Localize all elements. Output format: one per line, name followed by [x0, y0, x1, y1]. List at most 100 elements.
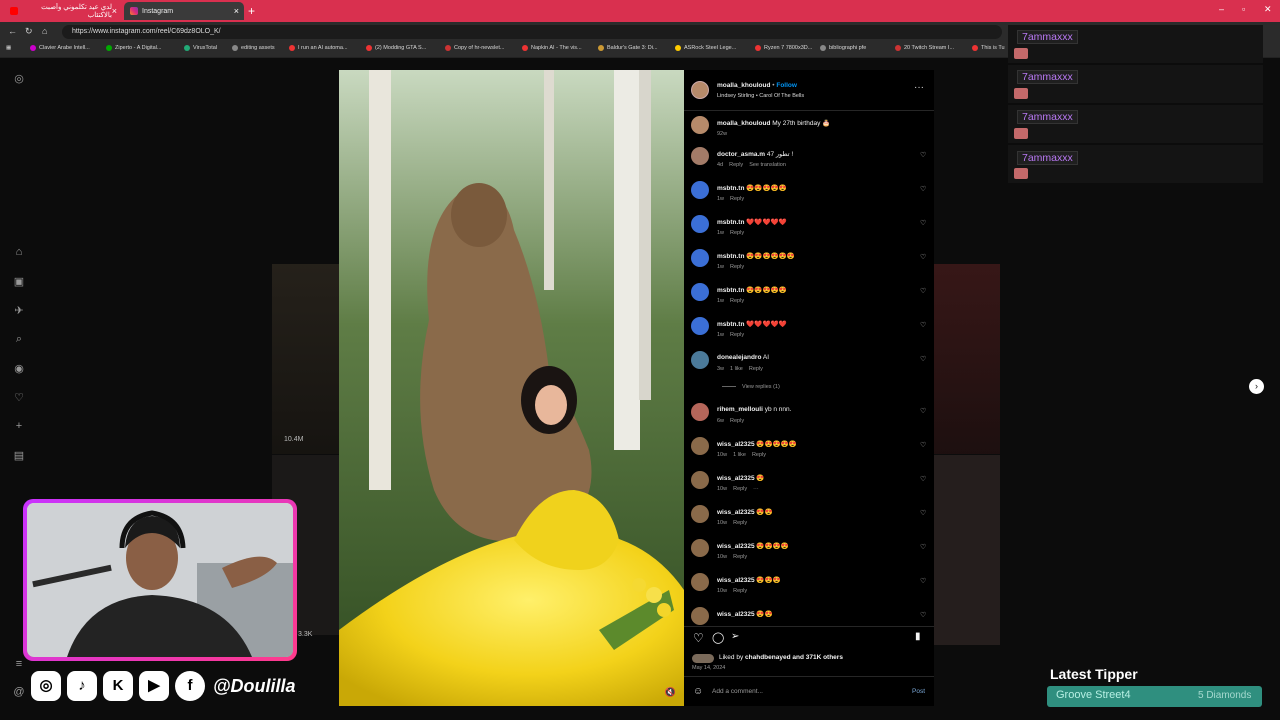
- comment-username[interactable]: wiss_al2325: [717, 509, 755, 516]
- comment-username[interactable]: msbtn.tn: [717, 185, 744, 192]
- comment-action-button[interactable]: Reply: [752, 452, 766, 458]
- bookmark-item[interactable]: VirusTotal: [184, 45, 217, 51]
- reels-icon[interactable]: ▣: [12, 275, 26, 288]
- reload-icon[interactable]: ↻: [25, 26, 33, 37]
- add-comment-input[interactable]: Add a comment...: [712, 688, 763, 695]
- comment-like-icon[interactable]: ♡: [920, 611, 926, 619]
- comment-action-button[interactable]: Reply: [733, 588, 747, 594]
- audio-track[interactable]: Lindsey Stirling • Carol Of The Bells: [717, 93, 804, 99]
- comment-username[interactable]: wiss_al2325: [717, 577, 755, 584]
- back-icon[interactable]: ←: [8, 26, 17, 36]
- messages-icon[interactable]: ✈: [12, 304, 26, 317]
- author-username[interactable]: moalla_khouloud: [717, 82, 770, 89]
- avatar[interactable]: [691, 437, 709, 455]
- comment-action-button[interactable]: Reply: [730, 230, 744, 236]
- comment-username[interactable]: rihem_mellouli: [717, 406, 763, 413]
- close-tab-icon[interactable]: ×: [112, 6, 117, 16]
- bookmark-item[interactable]: Clavier Arabe Intell...: [30, 45, 90, 51]
- comment-action-button[interactable]: See translation: [749, 162, 786, 168]
- comment-like-icon[interactable]: ♡: [920, 543, 926, 551]
- comment-action-button[interactable]: Reply: [730, 332, 744, 338]
- bookmark-item[interactable]: I run an AI automa...: [289, 45, 348, 51]
- comment-username[interactable]: donealejandro: [717, 354, 761, 361]
- comment-username[interactable]: msbtn.tn: [717, 321, 744, 328]
- comment-like-icon[interactable]: ♡: [920, 441, 926, 449]
- comment-like-icon[interactable]: ♡: [920, 185, 926, 193]
- comment-action-button[interactable]: 1 like: [733, 452, 746, 458]
- comment-like-icon[interactable]: ♡: [920, 475, 926, 483]
- comment-username[interactable]: wiss_al2325: [717, 543, 755, 550]
- comment-action-button[interactable]: ···: [753, 486, 759, 492]
- comment-like-icon[interactable]: ♡: [920, 219, 926, 227]
- home-icon[interactable]: ⌂: [42, 26, 47, 36]
- maximize-button[interactable]: ▫: [1242, 4, 1245, 14]
- comment-action-button[interactable]: Reply: [730, 196, 744, 202]
- new-tab-button[interactable]: +: [248, 4, 255, 18]
- bookmark-item[interactable]: Ziperto - A Digital...: [106, 45, 161, 51]
- comment-like-icon[interactable]: ♡: [920, 509, 926, 517]
- avatar[interactable]: [691, 539, 709, 557]
- more-options-icon[interactable]: ···: [914, 82, 924, 93]
- close-tab-icon[interactable]: ×: [234, 6, 239, 16]
- avatar[interactable]: [691, 116, 709, 134]
- comment-username[interactable]: wiss_al2325: [717, 611, 755, 618]
- comment-action-button[interactable]: Reply: [733, 554, 747, 560]
- view-replies-button[interactable]: View replies (1): [722, 384, 786, 390]
- minimize-button[interactable]: –: [1219, 4, 1224, 14]
- comment-username[interactable]: wiss_al2325: [717, 475, 755, 482]
- search-icon[interactable]: ⌕: [12, 333, 26, 346]
- share-icon[interactable]: ➢: [731, 631, 739, 642]
- save-icon[interactable]: ▮: [915, 631, 921, 642]
- comment-username[interactable]: msbtn.tn: [717, 253, 744, 260]
- avatar[interactable]: [691, 317, 709, 335]
- bookmark-item[interactable]: Ryzen 7 7800x3D...: [755, 45, 812, 51]
- explore-icon[interactable]: ◉: [12, 362, 26, 375]
- url-input[interactable]: https://www.instagram.com/reel/C69dz8OLO…: [62, 25, 1002, 39]
- close-window-button[interactable]: ✕: [1264, 4, 1272, 15]
- chevron-right-icon[interactable]: ›: [1249, 379, 1264, 394]
- comment-action-button[interactable]: Reply: [733, 486, 747, 492]
- comment-icon[interactable]: ◯: [712, 631, 724, 644]
- follow-button[interactable]: Follow: [776, 82, 797, 89]
- post-comment-button[interactable]: Post: [912, 688, 925, 695]
- comment-like-icon[interactable]: ♡: [920, 355, 926, 363]
- more-icon[interactable]: ≡: [12, 658, 26, 670]
- dashboard-icon[interactable]: ▤: [12, 449, 26, 462]
- author-avatar[interactable]: [691, 81, 709, 99]
- bookmark-item[interactable]: ASRock Steel Lege...: [675, 45, 736, 51]
- caption-username[interactable]: moalla_khouloud: [717, 120, 770, 127]
- instagram-logo-icon[interactable]: ◎: [12, 72, 26, 85]
- avatar[interactable]: [691, 215, 709, 233]
- bookmark-item[interactable]: (2) Modding GTA S...: [366, 45, 426, 51]
- bookmark-item[interactable]: editing assets: [232, 45, 275, 51]
- apps-icon[interactable]: ▦: [6, 45, 11, 51]
- comment-like-icon[interactable]: ♡: [920, 253, 926, 261]
- bookmark-item[interactable]: This is Tu: [972, 45, 1005, 51]
- comment-action-button[interactable]: Reply: [730, 418, 744, 424]
- comment-action-button[interactable]: Reply: [730, 264, 744, 270]
- comment-like-icon[interactable]: ♡: [920, 407, 926, 415]
- bookmark-item[interactable]: Copy of hr-newslet...: [445, 45, 504, 51]
- comment-like-icon[interactable]: ♡: [920, 577, 926, 585]
- comment-action-button[interactable]: 1 like: [730, 366, 743, 372]
- tab-instagram[interactable]: Instagram ×: [124, 2, 244, 20]
- avatar[interactable]: [691, 573, 709, 591]
- comment-action-button[interactable]: Reply: [729, 162, 743, 168]
- avatar[interactable]: [691, 471, 709, 489]
- avatar[interactable]: [691, 607, 709, 625]
- avatar[interactable]: [691, 351, 709, 369]
- comment-username[interactable]: doctor_asma.m: [717, 151, 765, 158]
- emoji-icon[interactable]: ☺: [693, 686, 703, 697]
- comment-like-icon[interactable]: ♡: [920, 287, 926, 295]
- like-icon[interactable]: ♡: [693, 631, 704, 645]
- bookmark-item[interactable]: 20 Twitch Stream I...: [895, 45, 954, 51]
- reel-video[interactable]: 🔇: [339, 70, 684, 706]
- comment-username[interactable]: msbtn.tn: [717, 219, 744, 226]
- threads-icon[interactable]: @: [12, 686, 26, 698]
- comment-like-icon[interactable]: ♡: [920, 151, 926, 159]
- bookmark-item[interactable]: Napkin AI - The vis...: [522, 45, 582, 51]
- tab-previous[interactable]: لدي عيد تكلموني وأصبت بالاكتئاب ×: [4, 2, 122, 20]
- bookmark-item[interactable]: Baldur's Gate 3: Di...: [598, 45, 658, 51]
- avatar[interactable]: [691, 505, 709, 523]
- comment-action-button[interactable]: Reply: [730, 298, 744, 304]
